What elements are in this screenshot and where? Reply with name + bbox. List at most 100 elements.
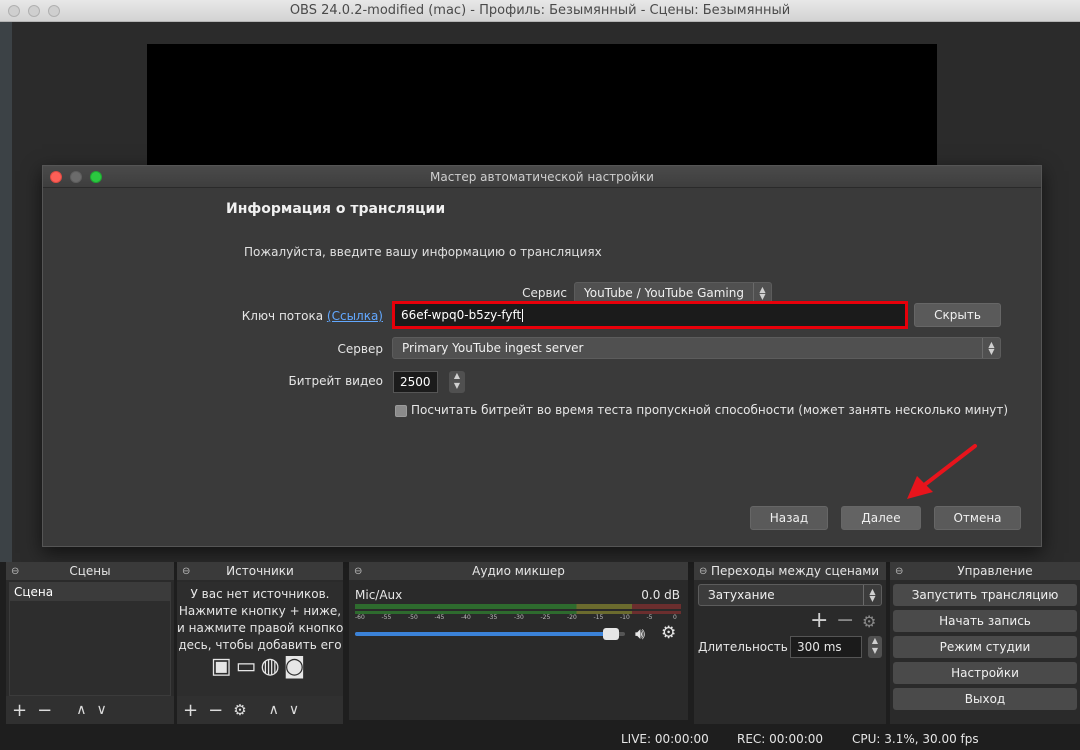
dock-pin-icon[interactable]: ⊖ (699, 563, 707, 581)
window-title: OBS 24.0.2-modified (mac) - Профиль: Без… (289, 3, 791, 18)
meter-tick-label: -10 (620, 614, 630, 621)
chevron-updown-icon: ▲ ▼ (982, 338, 1000, 358)
sources-dock: ⊖ Источники У вас нет источников. Нажмите… (177, 562, 343, 724)
bitrate-stepper[interactable]: ▲ ▼ (449, 371, 465, 393)
meter-ticks: -60 -55 -50 -45 -40 -35 -30 -25 -20 -15 -10 -5 0 (355, 614, 681, 626)
mixer-level: 0.0 dB (641, 588, 680, 602)
scene-item[interactable]: Сцена (10, 583, 170, 601)
sources-empty-line: Нажмите кнопку + ниже, (178, 604, 342, 618)
remove-icon[interactable]: − (37, 700, 52, 721)
meter-tick-label: -45 (434, 614, 445, 621)
minimize-window-button[interactable] (28, 5, 40, 17)
preview-canvas[interactable] (147, 44, 937, 165)
start-recording-button[interactable]: Начать запись (893, 610, 1077, 632)
display-icon: ▭ (235, 654, 261, 679)
live-status: LIVE: 00:00:00 (621, 732, 709, 746)
globe-icon: ◍ (260, 654, 284, 679)
sources-dock-title: ⊖ Источники (177, 562, 343, 580)
exit-button[interactable]: Выход (893, 688, 1077, 710)
sources-empty-line: и нажмите правой кнопко (177, 621, 343, 635)
studio-mode-button[interactable]: Режим студии (893, 636, 1077, 658)
section-subtitle: Пожалуйста, введите вашу информацию о тр… (244, 245, 602, 259)
meter-tick-label: -55 (381, 614, 392, 621)
scenes-dock-title: ⊖ Сцены (6, 562, 174, 580)
stream-key-link[interactable]: (Ссылка) (327, 309, 383, 323)
dock-pin-icon[interactable]: ⊖ (354, 563, 362, 581)
settings-button[interactable]: Настройки (893, 662, 1077, 684)
hide-key-button[interactable]: Скрыть (914, 303, 1001, 327)
meter-tick-label: -40 (461, 614, 471, 621)
text-cursor (522, 309, 524, 322)
dock-pin-icon[interactable]: ⊖ (11, 563, 19, 581)
speaker-icon[interactable]: 🔊︎ (635, 624, 645, 644)
dialog-minimize-button[interactable] (70, 171, 82, 183)
auto-config-dialog: Мастер автоматической настройки Информац… (42, 165, 1042, 547)
dock-pin-icon[interactable]: ⊖ (895, 563, 903, 581)
window-titlebar: OBS 24.0.2-modified (mac) - Профиль: Без… (0, 0, 1080, 22)
image-icon: ▣ (210, 654, 236, 679)
bitrate-value: 2500 (400, 375, 431, 389)
close-window-button[interactable] (8, 5, 20, 17)
stream-key-value: 66ef-wpq0-b5zy-fyft (401, 308, 522, 322)
camera-icon: ◙ (283, 654, 310, 679)
cancel-button[interactable]: Отмена (934, 506, 1021, 530)
next-button[interactable]: Далее (841, 506, 921, 530)
stream-key-input[interactable]: 66ef-wpq0-b5zy-fyft (392, 301, 908, 329)
service-label: Сервис (522, 286, 567, 300)
add-icon[interactable]: + (183, 700, 198, 721)
add-icon[interactable]: + (810, 608, 828, 633)
meter-tick-label: 0 (673, 614, 677, 621)
volume-slider-fill (355, 632, 617, 636)
duration-stepper[interactable]: ▲ ▼ (868, 636, 882, 658)
transitions-dock: ⊖ Переходы между сценами Затухание ▲ ▼ + −… (694, 562, 886, 724)
dock-pin-icon[interactable]: ⊖ (182, 563, 190, 581)
sources-empty-line: У вас нет источников. (190, 587, 330, 601)
mixer-channel-name: Mic/Aux (355, 588, 403, 602)
meter-tick-label: -25 (540, 614, 551, 621)
remove-icon[interactable]: − (836, 608, 854, 633)
move-up-icon[interactable]: ∧ (76, 702, 86, 718)
sources-toolbar: + − ⚙ ∧ ∨ (177, 696, 343, 724)
server-select[interactable]: Primary YouTube ingest server ▲ ▼ (392, 337, 1001, 359)
meter-tick-label: -15 (593, 614, 604, 621)
back-button[interactable]: Назад (750, 506, 828, 530)
meter-tick-label: -30 (514, 614, 524, 621)
server-label: Сервер (337, 342, 383, 356)
transitions-dock-title: ⊖ Переходы между сценами (694, 562, 886, 580)
bandwidth-test-checkbox[interactable] (395, 405, 407, 417)
transition-value: Затухание (708, 588, 775, 602)
move-down-icon[interactable]: ∨ (96, 702, 106, 718)
gear-icon[interactable]: ⚙ (661, 623, 676, 643)
zoom-window-button[interactable] (48, 5, 60, 17)
mixer-dock-title: ⊖ Аудио микшер (349, 562, 688, 580)
start-streaming-button[interactable]: Запустить трансляцию (893, 584, 1077, 606)
volume-slider-handle[interactable] (602, 628, 619, 640)
remove-icon[interactable]: − (208, 700, 223, 721)
stream-key-label: Ключ потока (241, 309, 324, 323)
source-type-icons: ▣▭◍◙ (177, 656, 343, 678)
rec-status: REC: 00:00:00 (737, 732, 824, 746)
server-value: Primary YouTube ingest server (402, 341, 584, 355)
bitrate-label: Битрейт видео (288, 374, 383, 388)
dialog-zoom-button[interactable] (90, 171, 102, 183)
gear-icon[interactable]: ⚙ (862, 612, 876, 631)
chevron-updown-icon: ▲ ▼ (753, 283, 771, 303)
audio-mixer-dock: ⊖ Аудио микшер Mic/Aux 0.0 dB -60 -55 -50 -4… (349, 562, 688, 720)
duration-input[interactable]: 300 ms (790, 636, 862, 658)
section-heading: Информация о трансляции (226, 201, 446, 217)
background-edge (0, 22, 12, 562)
move-up-icon[interactable]: ∧ (269, 702, 279, 718)
red-arrow-annotation (907, 444, 977, 499)
service-value: YouTube / YouTube Gaming (584, 286, 744, 300)
volume-slider[interactable] (355, 628, 625, 640)
bitrate-input[interactable]: 2500 (393, 371, 438, 393)
duration-value: 300 ms (797, 640, 842, 654)
transition-select[interactable]: Затухание ▲ ▼ (698, 584, 882, 606)
sources-empty-area[interactable]: У вас нет источников. Нажмите кнопку + н… (177, 582, 343, 696)
dialog-close-button[interactable] (50, 171, 62, 183)
meter-tick-label: -60 (355, 614, 365, 621)
move-down-icon[interactable]: ∨ (289, 702, 299, 718)
volume-meter (355, 604, 681, 609)
gear-icon[interactable]: ⚙ (233, 701, 246, 719)
add-icon[interactable]: + (12, 700, 27, 721)
